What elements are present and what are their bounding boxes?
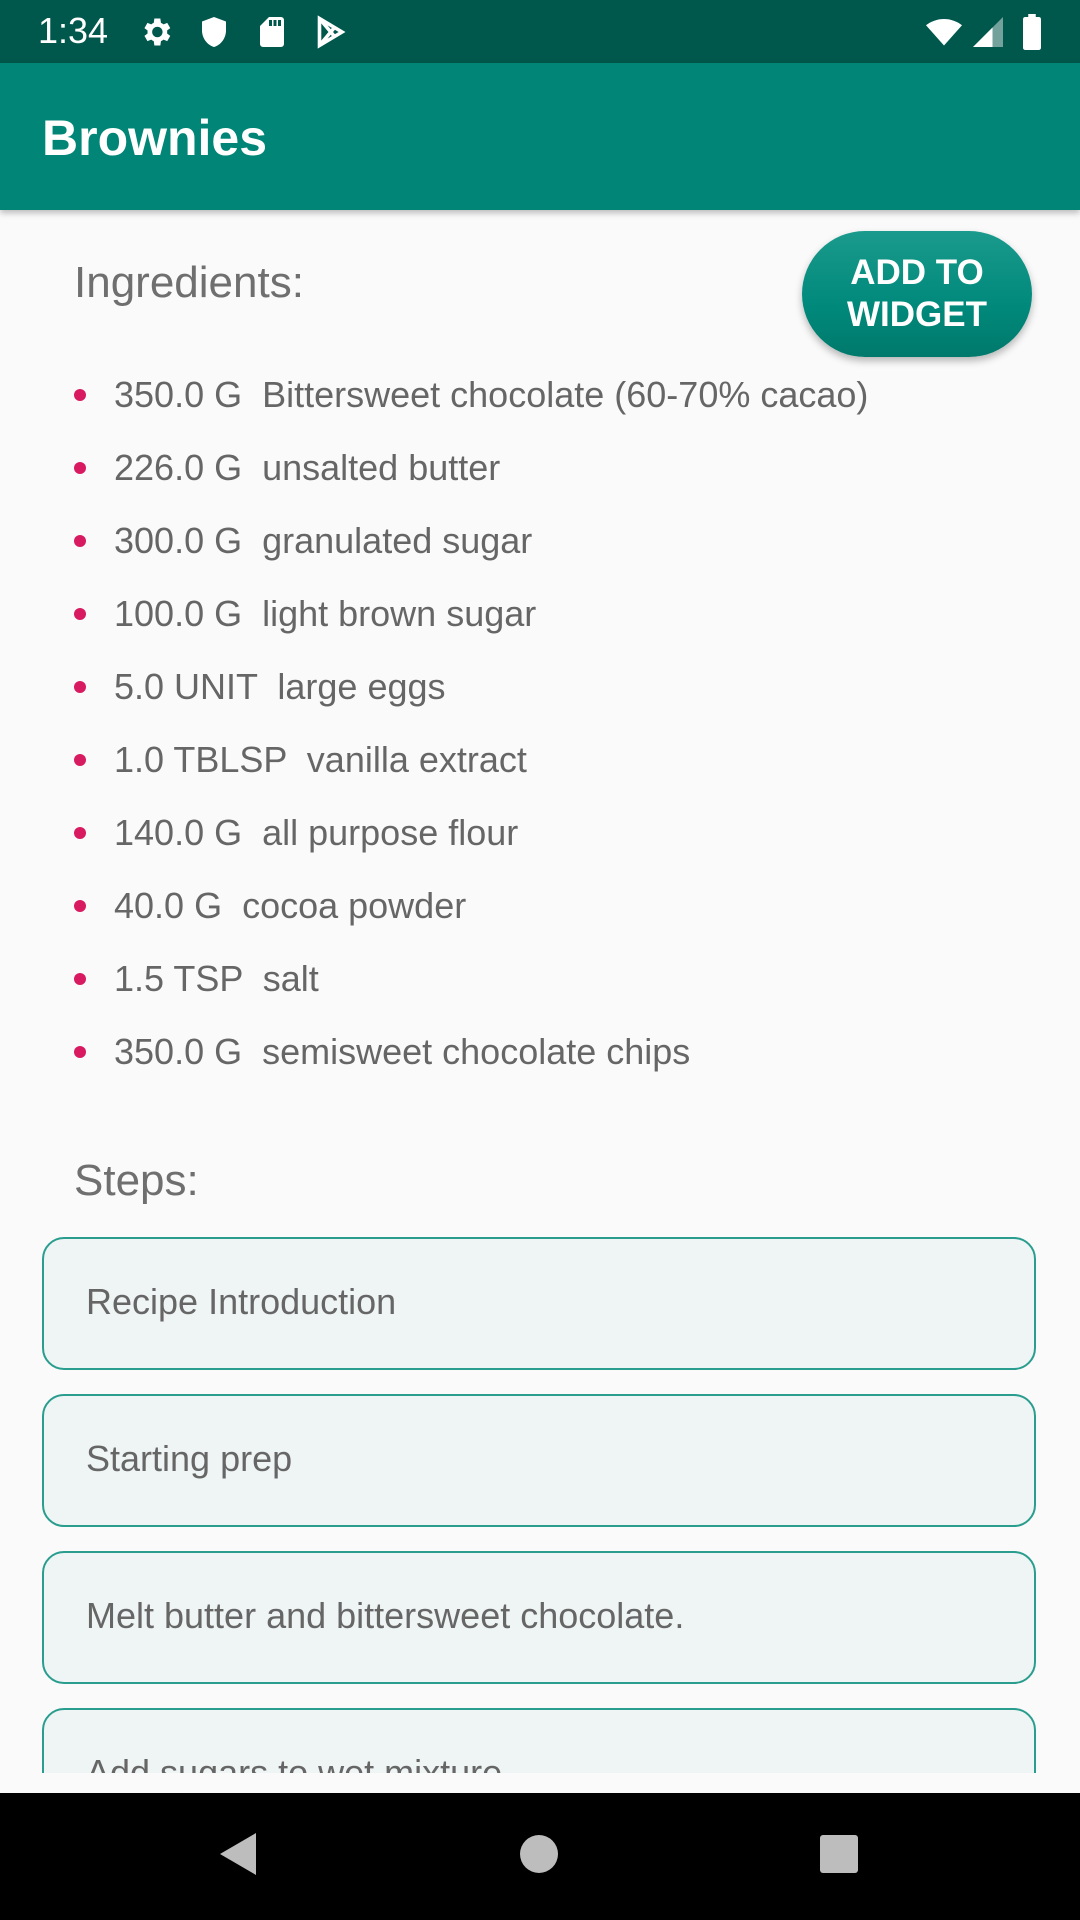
step-card[interactable]: Add sugars to wet mixture. — [42, 1708, 1036, 1773]
bullet-icon — [74, 535, 86, 547]
bullet-icon — [74, 754, 86, 766]
ingredient-item: 226.0 G unsalted butter — [74, 443, 1054, 493]
ingredient-item: 1.0 TBLSP vanilla extract — [74, 735, 1054, 785]
ingredient-text: 226.0 G unsalted butter — [114, 447, 501, 488]
ingredient-text: 140.0 G all purpose flour — [114, 812, 519, 853]
ingredient-item: 100.0 G light brown sugar — [74, 589, 1054, 639]
ingredient-text: 1.0 TBLSP vanilla extract — [114, 739, 527, 780]
bullet-icon — [74, 681, 86, 693]
recents-icon[interactable] — [814, 1829, 864, 1879]
ingredient-text: 300.0 G granulated sugar — [114, 520, 533, 561]
battery-icon — [1023, 14, 1041, 50]
step-card[interactable]: Starting prep — [42, 1394, 1036, 1527]
step-card[interactable]: Recipe Introduction — [42, 1237, 1036, 1370]
page-title: Brownies — [42, 110, 268, 166]
ingredient-text: 350.0 G Bittersweet chocolate (60-70% ca… — [114, 374, 869, 415]
bullet-icon — [74, 462, 86, 474]
bullet-icon — [74, 608, 86, 620]
ingredient-item: 40.0 G cocoa powder — [74, 881, 1054, 931]
shield-icon — [202, 17, 226, 47]
add-to-widget-label-line2: WIDGET — [847, 295, 987, 334]
bullet-icon — [74, 389, 86, 401]
gear-icon — [144, 18, 171, 46]
play-store-icon — [317, 15, 346, 49]
bullet-icon — [74, 827, 86, 839]
ingredient-text: 350.0 G semisweet chocolate chips — [114, 1031, 691, 1072]
step-title: Recipe Introduction — [86, 1281, 397, 1322]
sd-card-icon — [260, 17, 284, 47]
ingredient-item: 5.0 UNIT large eggs — [74, 662, 1054, 712]
ingredient-item: 140.0 G all purpose flour — [74, 808, 1054, 858]
steps-heading: Steps: — [74, 1156, 199, 1205]
back-icon[interactable] — [214, 1829, 264, 1879]
bullet-icon — [74, 1046, 86, 1058]
home-icon[interactable] — [514, 1829, 564, 1879]
step-title: Add sugars to wet mixture. — [86, 1752, 513, 1773]
ingredient-item: 300.0 G granulated sugar — [74, 516, 1054, 566]
step-title: Melt butter and bittersweet chocolate. — [86, 1595, 685, 1636]
ingredient-text: 40.0 G cocoa powder — [114, 885, 467, 926]
add-to-widget-button[interactable]: ADD TO WIDGET — [802, 231, 1032, 357]
step-title: Starting prep — [86, 1438, 293, 1479]
bullet-icon — [74, 973, 86, 985]
ingredient-text: 100.0 G light brown sugar — [114, 593, 537, 634]
signal-icon — [973, 17, 1003, 47]
ingredients-heading: Ingredients: — [74, 258, 304, 307]
navigation-bar — [0, 1793, 1080, 1920]
app-bar: Brownies — [0, 63, 1080, 210]
ingredient-text: 1.5 TSP salt — [114, 958, 319, 999]
step-card[interactable]: Melt butter and bittersweet chocolate. — [42, 1551, 1036, 1684]
bullet-icon — [74, 900, 86, 912]
add-to-widget-label-line1: ADD TO — [850, 253, 984, 292]
status-time: 1:34 — [38, 10, 109, 51]
wifi-icon — [926, 18, 962, 46]
ingredient-text: 5.0 UNIT large eggs — [114, 666, 446, 707]
ingredient-item: 1.5 TSP salt — [74, 954, 1054, 1004]
recipe-detail-content[interactable]: Ingredients: ADD TO WIDGET 350.0 G Bitte… — [0, 210, 1080, 1773]
ingredient-item: 350.0 G Bittersweet chocolate (60-70% ca… — [74, 370, 1054, 420]
status-bar: 1:34 — [0, 0, 1080, 63]
ingredient-item: 350.0 G semisweet chocolate chips — [74, 1027, 1054, 1077]
